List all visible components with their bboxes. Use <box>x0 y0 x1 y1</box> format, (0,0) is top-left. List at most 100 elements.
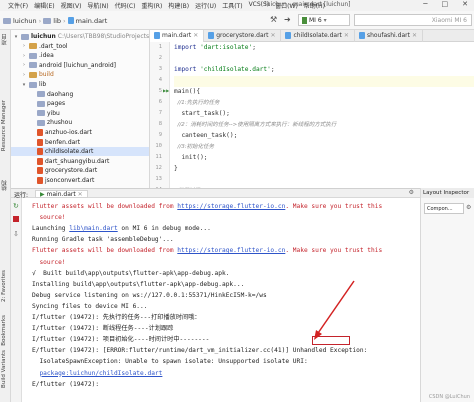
line-gutter: 123456789101112131415▶▶ <box>150 42 170 204</box>
menu-item[interactable]: 运行(U) <box>195 1 216 10</box>
menu-item[interactable]: 视图(V) <box>61 1 82 10</box>
tree-item[interactable]: › android [luichun_android] <box>21 61 116 70</box>
close-icon[interactable]: ✕ <box>412 32 417 39</box>
tree-item-label: luichun <box>31 33 56 40</box>
tree-arrow-icon[interactable]: ▾ <box>21 82 27 88</box>
settings-icon[interactable]: ⚙ <box>409 189 414 196</box>
menu-item[interactable]: 文件(F) <box>8 1 28 10</box>
console-link[interactable]: lib\main.dart <box>69 225 117 232</box>
settings-icon[interactable]: ⚙ <box>466 204 471 211</box>
breadcrumb-project[interactable]: luichun <box>13 17 37 25</box>
breadcrumb-folder[interactable]: lib <box>53 17 61 25</box>
line-number: 3 <box>158 66 162 72</box>
menu-item[interactable]: 重构(R) <box>141 1 162 10</box>
tree-item[interactable]: › .idea <box>21 51 54 60</box>
tree-item[interactable]: › build <box>21 70 54 79</box>
project-tool-tab[interactable]: 项目 <box>1 34 9 45</box>
editor-tab[interactable]: childIsolate.dart ✕ <box>281 30 355 42</box>
tree-item[interactable]: dart_shuangyibu.dart <box>29 157 109 166</box>
tree-arrow-icon[interactable]: › <box>21 72 27 78</box>
code-token: start_task(); <box>174 110 230 117</box>
code-line: //3:初始化任务 <box>174 141 214 152</box>
rerun-icon[interactable]: ↻ <box>13 202 19 210</box>
tree-item-label: yibu <box>47 109 60 117</box>
arrow-icon[interactable]: ➜ <box>284 15 291 24</box>
tree-item[interactable]: pages <box>29 99 65 108</box>
tree-item[interactable]: ▾ luichunC:\Users\TBB98\StudioProjects\lu… <box>13 32 150 41</box>
build-variants-tab[interactable]: Build Variants <box>1 350 7 388</box>
scroll-icon[interactable]: ⇩ <box>13 230 19 238</box>
console-link[interactable]: https://storage.flutter-io.cn <box>177 247 285 254</box>
tree-item[interactable]: zhushou <box>29 118 72 127</box>
code-area[interactable]: import 'dart:isolate'; import 'childIsola… <box>174 42 474 205</box>
tree-item[interactable]: grocerystore.dart <box>29 166 97 175</box>
console-link[interactable]: https://storage.flutter-io.cn <box>177 203 285 210</box>
dart-file-icon <box>67 17 74 24</box>
close-icon[interactable]: ✕ <box>344 32 349 39</box>
menu-item[interactable]: 导航(N) <box>87 1 108 10</box>
close-icon[interactable]: ✕ <box>78 191 83 198</box>
console-line: source! <box>32 258 65 268</box>
menu-item[interactable]: 工具(T) <box>222 1 242 10</box>
console-line: √ Built build\app\outputs\flutter-apk\ap… <box>32 269 229 279</box>
minimize-icon[interactable]: ─ <box>423 0 427 8</box>
close-icon[interactable]: ✕ <box>193 32 198 39</box>
tree-item[interactable]: jsonconvert.dart <box>29 176 94 185</box>
tree-item[interactable]: benfen.dart <box>29 138 80 147</box>
maximize-icon[interactable]: □ <box>442 0 449 8</box>
stop-icon[interactable] <box>13 216 19 222</box>
editor-tab[interactable]: main.dart ✕ <box>150 30 205 42</box>
tree-arrow-icon[interactable]: › <box>21 62 27 68</box>
tree-arrow-icon[interactable]: ▾ <box>13 34 19 40</box>
console-text: E/flutter (19472): <box>32 380 100 388</box>
device-selector-secondary[interactable]: Xiaomi MI 6 <box>354 14 472 26</box>
breadcrumb-file[interactable]: main.dart <box>76 17 108 25</box>
tree-arrow-icon[interactable]: › <box>21 53 27 59</box>
run-console[interactable]: Flutter assets will be downloaded from h… <box>22 198 420 402</box>
run-gutter-icon[interactable]: ▶▶ <box>163 88 169 93</box>
code-line: } <box>174 163 178 174</box>
tree-item[interactable]: ▾ lib <box>21 80 46 89</box>
layout-inspector-panel: Layout Inspector Compon... ⚙ CSDN @LuiCh… <box>420 188 474 402</box>
console-line: Flutter assets will be downloaded from h… <box>32 202 382 212</box>
folder-icon <box>37 110 45 117</box>
close-icon[interactable]: ✕ <box>270 32 275 39</box>
menu-item[interactable]: 构建(B) <box>168 1 189 10</box>
device-selector[interactable]: MI 6 ▾ <box>298 14 350 26</box>
component-tree-selector[interactable]: Compon... <box>424 203 464 214</box>
console-line: E/flutter (19472): [ERROR:flutter/runtim… <box>32 346 367 356</box>
tree-item[interactable]: yibu <box>29 109 60 118</box>
line-number: 12 <box>155 165 162 171</box>
console-link[interactable]: package:luichun/childIsolate.dart <box>39 370 162 377</box>
run-config-tab[interactable]: ▶ main.dart ✕ <box>35 190 88 198</box>
menu-item[interactable]: 编辑(E) <box>34 1 54 10</box>
code-token: 'childIsolate.dart' <box>200 66 271 73</box>
code-token: init(); <box>174 154 208 161</box>
editor-tab[interactable]: shoufashi.dart ✕ <box>355 30 423 42</box>
dart-file-icon <box>37 167 43 175</box>
structure-tab[interactable]: 结构 <box>1 180 9 191</box>
tree-item[interactable]: daohang <box>29 90 73 99</box>
editor-tab[interactable]: grocerystore.dart ✕ <box>204 30 282 42</box>
tab-label: main.dart <box>162 32 192 39</box>
tree-item[interactable]: › .dart_tool <box>21 42 68 51</box>
tree-item[interactable]: childIsolate.dart <box>11 147 149 157</box>
line-number: 9 <box>158 132 162 138</box>
console-text: I/flutter (19472): 先执行的任务---打印播放时间哦： <box>32 314 201 321</box>
folder-icon <box>43 17 52 24</box>
watermark: CSDN @LuiChun <box>428 394 470 400</box>
line-number: 11 <box>155 154 162 160</box>
tree-arrow-icon[interactable]: › <box>21 43 27 49</box>
resource-manager-tab[interactable]: Resource Manager <box>1 100 7 151</box>
bookmarks-tab[interactable]: Bookmarks <box>1 315 7 346</box>
code-line: start_task(); <box>174 108 230 119</box>
hammer-icon[interactable]: ⚒ <box>270 15 277 24</box>
code-token: main(){ <box>174 88 201 95</box>
tree-item[interactable]: anzhuo-ios.dart <box>29 128 92 137</box>
console-line: Flutter assets will be downloaded from h… <box>32 246 382 256</box>
close-icon[interactable]: ✕ <box>462 0 468 8</box>
tree-item-path: C:\Users\TBB98\StudioProjects\luichun <box>57 33 150 40</box>
menu-item[interactable]: 代码(C) <box>115 1 136 10</box>
favorites-tab[interactable]: 2: Favorites <box>1 270 7 302</box>
folder-icon <box>37 91 45 98</box>
